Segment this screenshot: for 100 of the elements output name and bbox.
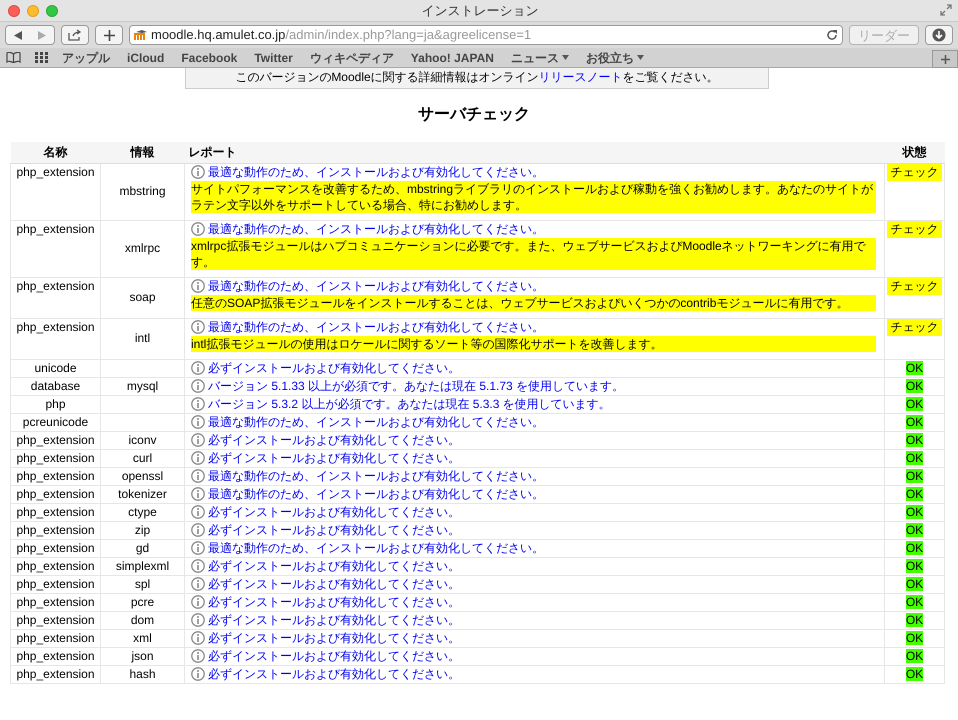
table-cell: php_extension <box>10 220 100 277</box>
info-icon <box>191 433 205 447</box>
warning-status: チェック <box>887 164 942 180</box>
table-cell: hash <box>100 665 184 683</box>
info-icon <box>191 397 205 411</box>
table-cell: zip <box>100 521 184 539</box>
table-cell: dom <box>100 611 184 629</box>
ok-status: OK <box>906 414 924 428</box>
ok-status: OK <box>906 612 924 626</box>
ok-status: OK <box>906 594 924 608</box>
table-cell: mysql <box>100 377 184 395</box>
report-message: バージョン 5.3.2 以上が必須です。あなたは現在 5.3.3 を使用しています。 <box>208 396 611 412</box>
info-icon <box>191 577 205 591</box>
table-cell: php_extension <box>10 277 100 318</box>
report-message: 必ずインストールおよび有効化してください。 <box>208 432 460 448</box>
ok-status: OK <box>906 504 924 518</box>
report-message: 必ずインストールおよび有効化してください。 <box>208 558 460 574</box>
release-notes-link[interactable]: リリースノート <box>538 70 623 84</box>
fullscreen-icon[interactable] <box>940 4 952 16</box>
table-cell: php_extension <box>10 485 100 503</box>
caret-icon <box>636 55 644 60</box>
close-button[interactable] <box>8 4 20 16</box>
table-cell: php_extension <box>10 647 100 665</box>
info-icon <box>191 415 205 429</box>
report-message: 最適な動作のため、インストールおよび有効化してください。 <box>208 220 544 238</box>
table-cell: php_extension <box>10 593 100 611</box>
notice-text: このバージョンのMoodleに関する詳細情報はオンライン リリースノート をご覧ください。 <box>235 70 719 84</box>
address-bar[interactable]: moodle.hq.amulet.co.jp/admin/index.php?lang=ja&agreelicense=1 <box>129 25 843 45</box>
ok-status: OK <box>906 630 924 644</box>
report-message: 最適な動作のため、インストールおよび有効化してください。 <box>208 486 544 502</box>
bookmark-link[interactable]: Yahoo! JAPAN <box>410 48 494 66</box>
report-message: 必ずインストールおよび有効化してください。 <box>208 630 460 646</box>
table-cell: php_extension <box>10 431 100 449</box>
info-icon <box>191 505 205 519</box>
new-tab-button[interactable] <box>932 50 958 68</box>
column-header: 情報 <box>100 142 184 163</box>
table-cell: pcreunicode <box>10 413 100 431</box>
ok-status: OK <box>906 432 924 446</box>
ok-status: OK <box>906 648 924 662</box>
back-forward-button[interactable] <box>5 25 55 45</box>
report-message: 必ずインストールおよび有効化してください。 <box>208 594 460 610</box>
table-cell: database <box>10 377 100 395</box>
column-header: 状態 <box>884 142 944 163</box>
table-cell: curl <box>100 449 184 467</box>
report-message: 最適な動作のため、インストールおよび有効化してください。 <box>208 468 544 484</box>
report-message: 最適な動作のため、インストールおよび有効化してください。 <box>208 164 544 180</box>
table-cell: mbstring <box>100 163 184 220</box>
download-icon <box>932 28 946 42</box>
share-icon <box>68 29 82 41</box>
report-message: 必ずインストールおよび有効化してください。 <box>208 360 460 376</box>
site-logo-icon <box>134 29 148 41</box>
plus-icon <box>940 54 950 64</box>
warning-status: チェック <box>887 318 942 336</box>
book-icon[interactable] <box>6 52 21 63</box>
url-host: moodle.hq.amulet.co.jp <box>151 26 286 44</box>
report-message: 必ずインストールおよび有効化してください。 <box>208 612 460 628</box>
ok-status: OK <box>906 396 924 410</box>
report-detail: 任意のSOAP拡張モジュールをインストールすることは、ウェブサービスおよびいくつかのcontribモジュールに有用です。 <box>191 294 876 310</box>
ok-status: OK <box>906 450 924 464</box>
reload-icon[interactable] <box>826 29 838 41</box>
downloads-button[interactable] <box>925 25 953 45</box>
info-icon <box>191 559 205 573</box>
table-cell: php_extension <box>10 163 100 220</box>
table-cell: php_extension <box>10 611 100 629</box>
table-cell: php_extension <box>10 557 100 575</box>
back-icon[interactable] <box>14 30 22 40</box>
ok-status: OK <box>906 540 924 554</box>
info-icon <box>191 613 205 627</box>
table-cell: gd <box>100 539 184 557</box>
info-icon <box>191 631 205 645</box>
bookmark-link[interactable]: アップル <box>62 48 110 66</box>
url-path: /admin/index.php?lang=ja&agreelicense=1 <box>285 26 532 44</box>
report-message: 必ずインストールおよび有効化してください。 <box>208 504 460 520</box>
bookmark-link[interactable]: ウィキペディア <box>310 48 394 66</box>
share-button[interactable] <box>61 25 89 45</box>
table-cell: ctype <box>100 503 184 521</box>
bookmark-link[interactable]: Twitter <box>254 48 293 66</box>
bookmark-link[interactable]: ニュース <box>510 48 569 66</box>
table-cell: tokenizer <box>100 485 184 503</box>
table-cell: pcre <box>100 593 184 611</box>
ok-status: OK <box>906 360 924 374</box>
info-icon <box>191 222 205 236</box>
bookmark-link[interactable]: Facebook <box>181 48 238 66</box>
info-icon <box>191 523 205 537</box>
bookmark-link[interactable]: お役立ち <box>586 48 644 66</box>
column-header: レポート <box>184 142 884 163</box>
table-cell: php_extension <box>10 665 100 683</box>
info-icon <box>191 487 205 501</box>
bookmark-link[interactable]: iCloud <box>127 48 164 66</box>
table-cell: json <box>100 647 184 665</box>
grid-icon[interactable] <box>35 52 48 63</box>
table-cell: php_extension <box>10 521 100 539</box>
info-icon <box>191 595 205 609</box>
table-cell: php_extension <box>10 503 100 521</box>
new-tab-button[interactable] <box>95 25 123 45</box>
page-heading: サーバチェック <box>417 105 531 125</box>
info-icon <box>191 541 205 555</box>
caret-icon <box>562 55 569 60</box>
ok-status: OK <box>906 666 924 680</box>
report-message: バージョン 5.1.33 以上が必須です。あなたは現在 5.1.73 を使用しています。 <box>208 378 624 394</box>
